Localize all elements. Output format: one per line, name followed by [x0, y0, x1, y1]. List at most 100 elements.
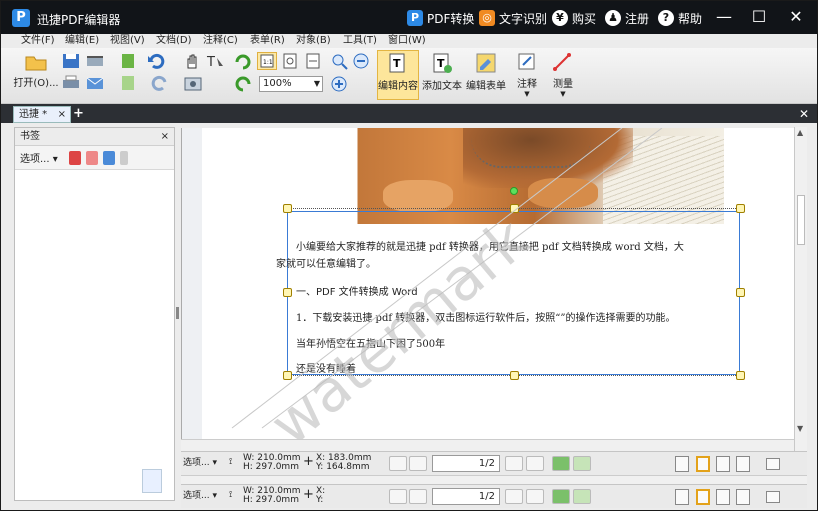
- horizontal-scrollbar-2[interactable]: [181, 475, 807, 484]
- undo-icon[interactable]: [146, 52, 170, 70]
- menu-comment[interactable]: 注释(C): [203, 34, 238, 48]
- text-line-3[interactable]: 当年孙悟空在五指山下困了500年: [296, 335, 445, 350]
- paragraph-line-1[interactable]: 小编要给大家推荐的就是迅捷 pdf 转换器，用它直接把 pdf 文档转换成 wo…: [296, 238, 684, 253]
- fit-page-icon[interactable]: [281, 52, 301, 70]
- menu-edit[interactable]: 编辑(E): [65, 34, 99, 48]
- zoom-select-tool-icon[interactable]: [330, 52, 350, 70]
- first-page-button[interactable]: [389, 456, 407, 471]
- menu-view[interactable]: 视图(V): [110, 34, 145, 48]
- resize-handle-ml[interactable]: [283, 288, 292, 297]
- vertical-scrollbar[interactable]: ▲ ▼: [794, 127, 807, 451]
- tab-close-icon[interactable]: ×: [58, 107, 66, 122]
- close-button[interactable]: ✕: [784, 6, 808, 28]
- snapshot-icon[interactable]: [183, 74, 203, 92]
- ocr-button[interactable]: ◎ 文字识别: [479, 9, 547, 27]
- email-icon[interactable]: [85, 74, 107, 92]
- heading-pdf-to-word[interactable]: 一、PDF 文件转换成 Word: [296, 283, 418, 298]
- help-button[interactable]: ? 帮助: [658, 9, 702, 27]
- horizontal-scrollbar[interactable]: [181, 439, 794, 451]
- next-page-button-2[interactable]: [505, 489, 523, 504]
- single-page-view-icon[interactable]: [675, 456, 689, 472]
- forward-view-button[interactable]: [573, 456, 591, 471]
- maximize-button[interactable]: ☐: [747, 6, 771, 28]
- add-text-button[interactable]: T 添加文本: [421, 51, 463, 92]
- first-page-button-2[interactable]: [389, 489, 407, 504]
- page-thumbnail-icon[interactable]: [142, 469, 162, 493]
- bookmark-delete-icon[interactable]: [85, 150, 98, 165]
- resize-handle-tc[interactable]: [510, 204, 519, 213]
- edit-form-button[interactable]: 编辑表单: [465, 51, 507, 92]
- zoom-out-icon[interactable]: [352, 52, 372, 70]
- resize-handle-bc[interactable]: [510, 371, 519, 380]
- forward-view-button-2[interactable]: [573, 489, 591, 504]
- prev-page-button[interactable]: [409, 456, 427, 471]
- export-icon[interactable]: [119, 52, 139, 70]
- status-options-button-2[interactable]: 选项... ▾: [183, 492, 217, 501]
- menu-window[interactable]: 窗口(W): [388, 34, 426, 48]
- paragraph-line-2[interactable]: 家就可以任意编辑了。: [276, 255, 376, 270]
- menu-form[interactable]: 表单(R): [250, 34, 285, 48]
- last-page-button-2[interactable]: [526, 489, 544, 504]
- menu-document[interactable]: 文档(D): [156, 34, 192, 48]
- document-view[interactable]: 小编要给大家推荐的就是迅捷 pdf 转换器，用它直接把 pdf 文档转换成 wo…: [181, 128, 794, 439]
- resize-handle-br[interactable]: [736, 371, 745, 380]
- import-icon[interactable]: [119, 74, 139, 92]
- vertical-scroll-thumb[interactable]: [797, 195, 805, 245]
- page-number-field[interactable]: 1/2: [432, 455, 500, 472]
- last-page-button[interactable]: [526, 456, 544, 471]
- resize-handle-tr[interactable]: [736, 204, 745, 213]
- step-1-text[interactable]: 1．下载安装迅捷 pdf 转换器，双击图标运行软件后，按照“”的操作选择需要的功…: [296, 309, 675, 324]
- annotate-button[interactable]: 注释 ▼: [511, 51, 543, 98]
- prev-page-button-2[interactable]: [409, 489, 427, 504]
- single-page-view-icon-2[interactable]: [675, 489, 689, 505]
- bookmark-options-button[interactable]: 选项... ▾: [20, 150, 58, 165]
- menu-tools[interactable]: 工具(T): [343, 34, 377, 48]
- edit-content-button[interactable]: T 编辑内容: [377, 50, 419, 100]
- bookmark-add-icon[interactable]: [68, 150, 81, 165]
- rotate-handle[interactable]: [510, 187, 518, 195]
- redo-icon[interactable]: [146, 74, 170, 92]
- minimize-button[interactable]: —: [712, 6, 736, 28]
- rotate-left-icon[interactable]: [233, 74, 253, 92]
- add-tab-icon[interactable]: +: [73, 107, 84, 120]
- two-page-view-icon[interactable]: [716, 456, 730, 472]
- resize-handle-bl[interactable]: [283, 371, 292, 380]
- tab-document[interactable]: 迅捷 * ×: [13, 106, 71, 123]
- screen-view-icon-2[interactable]: [766, 491, 780, 503]
- menu-object[interactable]: 对象(B): [296, 34, 331, 48]
- text-line-4[interactable]: 还是没有睡着: [296, 360, 356, 375]
- back-view-button-2[interactable]: [552, 489, 570, 504]
- scan-icon[interactable]: [85, 52, 107, 70]
- buy-button[interactable]: ¥ 购买: [552, 9, 596, 27]
- scroll-up-icon[interactable]: ▲: [797, 128, 803, 137]
- bookmark-more-icon[interactable]: [119, 150, 128, 165]
- two-page-view-icon-2[interactable]: [716, 489, 730, 505]
- hand-tool-icon[interactable]: [183, 52, 201, 70]
- resize-handle-mr[interactable]: [736, 288, 745, 297]
- zoom-select[interactable]: 100% ▼: [259, 76, 323, 92]
- two-page-continuous-icon-2[interactable]: [736, 489, 750, 505]
- save-icon[interactable]: [61, 52, 83, 70]
- pdf-page[interactable]: 小编要给大家推荐的就是迅捷 pdf 转换器，用它直接把 pdf 文档转换成 wo…: [202, 128, 794, 439]
- open-button[interactable]: 打开(O)...: [13, 52, 59, 89]
- pdf-convert-button[interactable]: P PDF转换: [407, 9, 474, 27]
- measure-button[interactable]: 测量 ▼: [547, 51, 579, 98]
- select-text-icon[interactable]: T: [205, 52, 225, 70]
- continuous-view-icon-2[interactable]: [696, 489, 710, 505]
- scroll-down-icon[interactable]: ▼: [797, 424, 803, 433]
- page-number-field-2[interactable]: 1/2: [432, 488, 500, 505]
- register-button[interactable]: ♟ 注册: [605, 9, 649, 27]
- bookmark-panel-close-icon[interactable]: ×: [161, 128, 169, 145]
- screen-view-icon[interactable]: [766, 458, 780, 470]
- print-icon[interactable]: [61, 74, 83, 92]
- continuous-view-icon[interactable]: [696, 456, 710, 472]
- splitter-grip-icon[interactable]: [176, 307, 179, 319]
- rotate-right-icon[interactable]: [233, 52, 253, 70]
- close-all-icon[interactable]: ✕: [799, 107, 809, 121]
- actual-size-button[interactable]: 1:1: [257, 52, 277, 70]
- bookmark-expand-icon[interactable]: [102, 150, 115, 165]
- zoom-in-icon[interactable]: [330, 75, 350, 93]
- menu-file[interactable]: 文件(F): [21, 34, 55, 48]
- back-view-button[interactable]: [552, 456, 570, 471]
- next-page-button[interactable]: [505, 456, 523, 471]
